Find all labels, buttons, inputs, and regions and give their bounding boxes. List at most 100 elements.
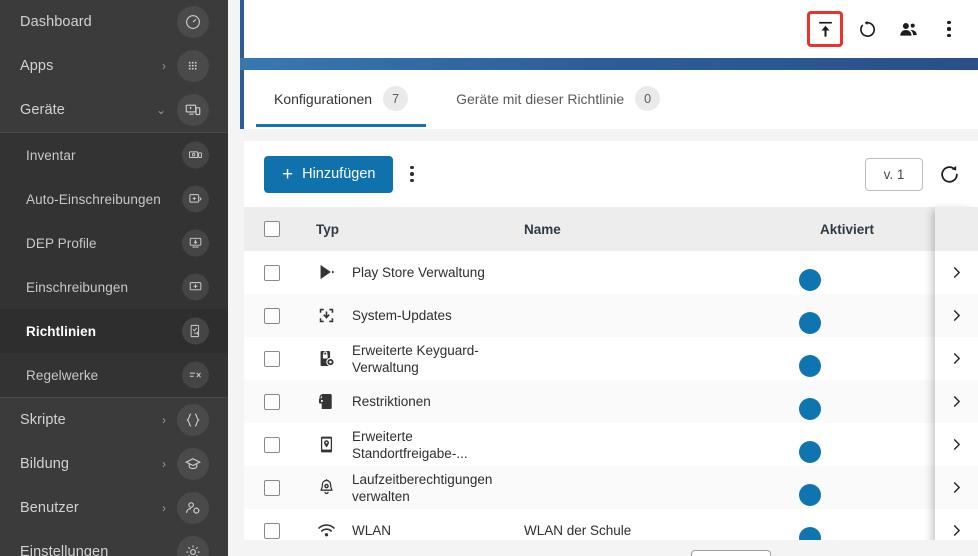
restrictions-lock-icon (316, 392, 336, 411)
publish-upload-button[interactable] (807, 11, 843, 47)
table-row[interactable]: Erweiterte Keyguard-Verwaltung (244, 337, 978, 380)
row-typ-cell: Laufzeitberechtigungen verwalten (300, 471, 508, 505)
sidebar-item-richtlinien[interactable]: Richtlinien (0, 309, 228, 353)
sidebar-item-regelwerke[interactable]: Regelwerke (0, 353, 228, 397)
chevron-right-icon (953, 396, 960, 407)
more-options-button[interactable] (932, 12, 966, 46)
row-typ-label: WLAN (352, 523, 392, 538)
sidebar-item-ger-te[interactable]: Geräte ⌄ (0, 88, 228, 132)
row-checkbox[interactable] (264, 479, 280, 496)
row-open-details-button[interactable] (935, 294, 978, 337)
toggle-knob (799, 398, 821, 420)
sidebar-item-bildung[interactable]: Bildung › (0, 442, 228, 486)
table-row[interactable]: System-Updates (244, 294, 978, 337)
refresh-circular-icon (859, 20, 875, 37)
table-row[interactable]: Erweiterte Standortfreigabe-... (244, 423, 978, 466)
sidebar-item-expand-icon: › (162, 457, 166, 471)
sidebar-item-dashboard[interactable]: Dashboard (0, 0, 228, 44)
chevron-right-icon (953, 525, 960, 536)
sidebar-item-skripte[interactable]: Skripte › (0, 398, 228, 442)
inventory-icon (182, 141, 209, 169)
app-root: Dashboard Apps › Geräte ⌄ Inventar Auto-Einsch… (0, 0, 978, 556)
devices-icon (177, 94, 209, 126)
row-typ-label: Play Store Verwaltung (352, 265, 485, 280)
chevron-right-icon (953, 439, 960, 450)
main-content: Konfigurationen 7 Geräte mit dieser Richtl… (240, 0, 978, 556)
tab-list: Konfigurationen 7 Geräte mit dieser Richtl… (244, 70, 678, 127)
select-all-cell (244, 221, 300, 237)
row-checkbox[interactable] (264, 307, 280, 324)
gauge-icon (177, 6, 209, 38)
sidebar-item-benutzer[interactable]: Benutzer › (0, 486, 228, 530)
sidebar-item-auto-einschreibungen[interactable]: Auto-Einschreibungen (0, 177, 228, 221)
table-row[interactable]: Play Store Verwaltung (244, 251, 978, 294)
row-typ-label: Erweiterte Keyguard-Verwaltung (352, 342, 479, 375)
row-typ-cell: Play Store Verwaltung (300, 263, 508, 282)
row-checkbox[interactable] (264, 522, 280, 539)
row-checkbox[interactable] (264, 350, 280, 367)
grid-apps-icon (177, 50, 209, 82)
row-select-cell (244, 479, 300, 496)
sidebar-item-label: DEP Profile (26, 235, 97, 251)
row-typ-label: Laufzeitberechtigungen verwalten (352, 471, 493, 504)
sidebar-item-dep-profile[interactable]: DEP Profile (0, 221, 228, 265)
page-topbar (240, 0, 978, 58)
row-open-details-button[interactable] (935, 466, 978, 509)
gear-icon (177, 536, 209, 556)
runtime-permissions-bell-icon (316, 478, 336, 497)
select-all-checkbox[interactable] (264, 221, 280, 237)
row-select-cell (244, 307, 300, 324)
tab-ger-te-mit-dieser-richtlinie[interactable]: Geräte mit dieser Richtlinie 0 (438, 70, 678, 127)
tab-konfigurationen[interactable]: Konfigurationen 7 (256, 70, 427, 127)
row-open-details-button[interactable] (935, 337, 978, 380)
row-checkbox[interactable] (264, 264, 280, 281)
table-row[interactable]: Laufzeitberechtigungen verwalten (244, 466, 978, 509)
row-open-details-button[interactable] (935, 423, 978, 466)
row-open-details-button[interactable] (935, 380, 978, 423)
sidebar-item-inventar[interactable]: Inventar (0, 133, 228, 177)
sidebar-item-label: Apps (20, 58, 54, 74)
table-more-options-button[interactable] (410, 165, 414, 183)
add-configuration-button[interactable]: + Hinzufügen (264, 155, 394, 193)
sync-refresh-button[interactable] (850, 12, 884, 46)
column-header-name[interactable]: Name (508, 222, 804, 237)
card-toolbar-right: v. 1 (865, 141, 960, 207)
reload-table-button[interactable] (939, 164, 960, 185)
row-open-details-button[interactable] (935, 251, 978, 294)
tab-count-badge: 0 (635, 86, 661, 111)
row-select-cell (244, 436, 300, 453)
column-header-aktiviert[interactable]: Aktiviert (804, 222, 922, 237)
row-typ-cell: Restriktionen (300, 392, 508, 411)
chevron-right-icon (953, 353, 960, 364)
sidebar-item-apps[interactable]: Apps › (0, 44, 228, 88)
table-footer-strip (240, 540, 978, 556)
table-row[interactable]: Restriktionen (244, 380, 978, 423)
row-select-cell (244, 350, 300, 367)
reload-icon (941, 165, 958, 183)
version-selector[interactable]: v. 1 (865, 157, 923, 191)
sidebar-item-label: Auto-Einschreibungen (26, 191, 161, 207)
toggle-knob (799, 312, 821, 334)
keyguard-lock-icon (316, 349, 336, 368)
sidebar: Dashboard Apps › Geräte ⌄ Inventar Auto-Einsch… (0, 0, 228, 556)
chevron-right-icon (953, 482, 960, 493)
wifi-icon (316, 521, 336, 540)
sidebar-item-label: Inventar (26, 147, 76, 163)
sidebar-item-einstellungen[interactable]: Einstellungen (0, 530, 228, 556)
people-icon (899, 22, 917, 36)
toggle-knob (799, 269, 821, 291)
sidebar-item-label: Richtlinien (26, 323, 97, 339)
sidebar-item-expand-icon: › (162, 501, 166, 515)
kebab-menu-icon (947, 20, 951, 38)
auto-enroll-icon (182, 185, 209, 213)
column-header-typ[interactable]: Typ (300, 222, 508, 237)
row-checkbox[interactable] (264, 393, 280, 410)
rows-per-page-selector[interactable] (691, 550, 771, 556)
row-checkbox[interactable] (264, 436, 280, 453)
sidebar-item-label: Dashboard (20, 14, 92, 30)
assign-users-button[interactable] (891, 12, 925, 46)
row-select-cell (244, 393, 300, 410)
sidebar-item-einschreibungen[interactable]: Einschreibungen (0, 265, 228, 309)
topbar-action-group (807, 0, 966, 58)
dep-download-icon (182, 229, 209, 257)
